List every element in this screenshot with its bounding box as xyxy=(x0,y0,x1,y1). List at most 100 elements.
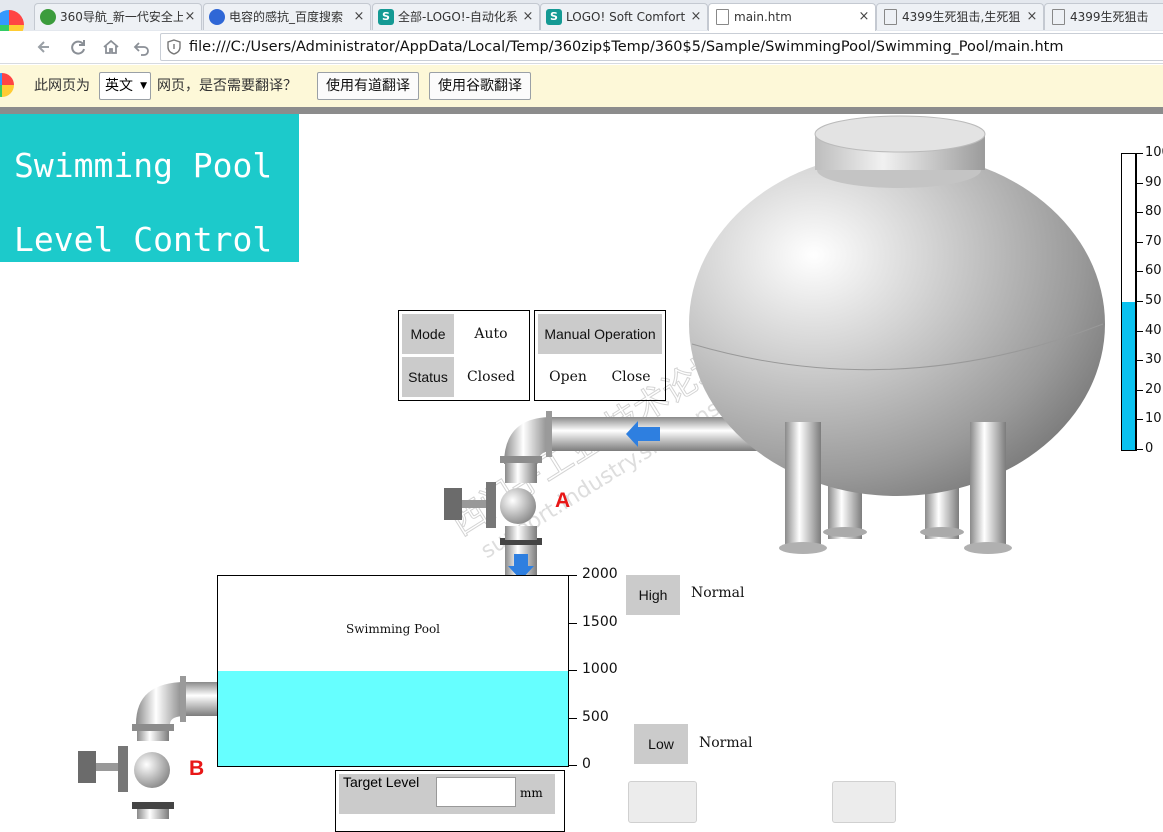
siemens-s-icon: S xyxy=(546,9,562,25)
target-level-label: Target Level xyxy=(343,774,420,790)
pipe-elbow-b xyxy=(136,682,186,724)
valve-actuator xyxy=(444,488,462,520)
pipe-segment xyxy=(505,526,537,540)
valve-a-label: A xyxy=(555,489,571,512)
status-label: Status xyxy=(402,357,454,397)
pool-scale-label: 2000 xyxy=(582,566,618,582)
address-bar[interactable]: file:///C:/Users/Administrator/AppData/L… xyxy=(160,33,1163,61)
pool-scale-tick xyxy=(568,717,577,719)
pipe-segment xyxy=(505,463,537,483)
browser-tab[interactable]: S LOGO! Soft Comfort × xyxy=(540,3,708,30)
tank-gauge-tick xyxy=(1135,360,1143,362)
manual-open-button[interactable]: Open xyxy=(540,357,596,397)
language-select[interactable]: 英文 ▼ xyxy=(99,72,151,100)
low-sensor-status: Normal xyxy=(699,735,753,751)
valve-b[interactable] xyxy=(78,746,174,819)
tab-close-icon[interactable]: × xyxy=(857,4,871,30)
youdao-translate-button[interactable]: 使用有道翻译 xyxy=(317,72,419,100)
pool-scale-label: 1500 xyxy=(582,613,618,630)
manual-operation-panel: Manual Operation Open Close xyxy=(534,310,666,401)
tab-close-icon[interactable]: × xyxy=(352,4,366,30)
browser-nav-bar: file:///C:/Users/Administrator/AppData/L… xyxy=(0,31,1163,64)
siemens-s-icon: S xyxy=(378,9,394,25)
tank-gauge-label: 30 xyxy=(1145,352,1162,368)
refresh-icon[interactable] xyxy=(67,36,89,58)
tank-gauge-label: 60 xyxy=(1145,263,1162,279)
high-sensor-label: High xyxy=(626,575,680,615)
tab-close-icon[interactable]: × xyxy=(1025,4,1039,30)
valve-stem xyxy=(462,500,488,508)
browser-tab[interactable]: 360导航_新一代安全上 × xyxy=(34,3,202,30)
tank-leg-foot xyxy=(823,527,867,537)
tank-gauge-label: 20 xyxy=(1145,381,1162,397)
google-translate-button[interactable]: 使用谷歌翻译 xyxy=(429,72,531,100)
status-value: Closed xyxy=(466,369,516,385)
storage-tank xyxy=(689,152,1105,496)
tank-gauge-tick xyxy=(1135,182,1143,184)
translate-bar: 此网页为 英文 ▼ 网页，是否需要翻译？ 使用有道翻译 使用谷歌翻译 xyxy=(0,65,1163,108)
page-icon xyxy=(884,9,897,25)
browser-tab-title: 4399生死狙击,生死狙 xyxy=(902,10,1021,24)
valve-actuator xyxy=(78,751,96,783)
browser-tab-title: 电容的感抗_百度搜索 xyxy=(229,10,344,24)
browser-tab-title: 4399生死狙击 联 xyxy=(1070,10,1152,24)
baidu-paw-icon xyxy=(209,9,225,25)
target-level-input[interactable] xyxy=(436,777,516,807)
tab-close-icon[interactable]: × xyxy=(521,4,535,30)
browser-tab[interactable]: 电容的感抗_百度搜索 × xyxy=(203,3,371,30)
manual-close-button[interactable]: Close xyxy=(603,357,659,397)
shield-icon xyxy=(167,39,181,55)
tank-gauge-label: 40 xyxy=(1145,322,1162,338)
manual-operation-title: Manual Operation xyxy=(538,314,662,354)
action-button-2[interactable] xyxy=(832,781,896,823)
tank-gauge-tick xyxy=(1135,449,1143,450)
translate-suffix: 网页，是否需要翻译？ xyxy=(157,78,297,94)
browser-tab[interactable]: 4399生死狙击,生死狙 × xyxy=(876,3,1044,30)
separator-line xyxy=(0,107,1163,114)
browser-tab-title: 全部-LOGO!-自动化系 xyxy=(398,10,518,24)
page-icon xyxy=(1052,9,1065,25)
undo-close-icon[interactable] xyxy=(131,36,153,58)
tank-gauge-tick xyxy=(1135,330,1143,332)
pool-scale-tick xyxy=(568,575,577,576)
browser-logo-icon xyxy=(0,73,14,97)
valve-stem xyxy=(96,763,120,771)
browser-tab-title: main.htm xyxy=(734,10,792,24)
pool-scale-label: 500 xyxy=(582,708,609,725)
pool-water-level xyxy=(218,671,568,766)
browser-tab-bar: 360导航_新一代安全上 × 电容的感抗_百度搜索 × S 全部-LOGO!-自动化系 × S… xyxy=(0,0,1163,40)
tank-level-fill xyxy=(1122,302,1136,450)
tab-close-icon[interactable]: × xyxy=(689,4,703,30)
pipe-flange xyxy=(546,411,552,457)
browser-tab[interactable]: S 全部-LOGO!-自动化系 × xyxy=(372,3,540,30)
action-button-1[interactable] xyxy=(628,781,697,823)
tank-gauge-tick xyxy=(1135,301,1143,302)
valve-flange xyxy=(118,746,128,792)
pipe-flange xyxy=(180,676,186,722)
browser-tab[interactable]: main.htm × xyxy=(708,3,876,32)
pool-scale-label: 1000 xyxy=(582,661,618,677)
browser-tab-title: 360导航_新一代安全上 xyxy=(60,10,183,24)
tank-gauge-label: 10 xyxy=(1145,411,1162,427)
mode-label: Mode xyxy=(402,314,454,354)
tank-gauge-tick xyxy=(1135,419,1143,421)
tank-leg xyxy=(785,422,821,547)
pool-scale-tick xyxy=(568,670,577,671)
pool-scale-label: 0 xyxy=(582,756,591,772)
target-level-unit: mm xyxy=(520,786,543,800)
browser-tab[interactable]: 4399生死狙击 联 xyxy=(1044,3,1163,30)
back-arrow-icon[interactable] xyxy=(34,36,56,58)
360-icon xyxy=(40,9,56,25)
tank-gauge-tick xyxy=(1135,212,1143,214)
tab-close-icon[interactable]: × xyxy=(183,4,197,30)
tank-gauge-label: 70 xyxy=(1145,233,1162,249)
mode-value: Auto xyxy=(474,326,508,342)
swimming-pool: Swimming Pool xyxy=(217,575,569,767)
target-level-panel: Target Level mm xyxy=(335,770,565,832)
home-icon[interactable] xyxy=(100,36,122,58)
page-icon xyxy=(716,9,729,25)
tank-gauge-tick xyxy=(1135,389,1143,391)
pipe-segment xyxy=(137,809,169,819)
pipe-segment xyxy=(137,731,169,741)
tank-gauge-tick xyxy=(1135,153,1143,154)
